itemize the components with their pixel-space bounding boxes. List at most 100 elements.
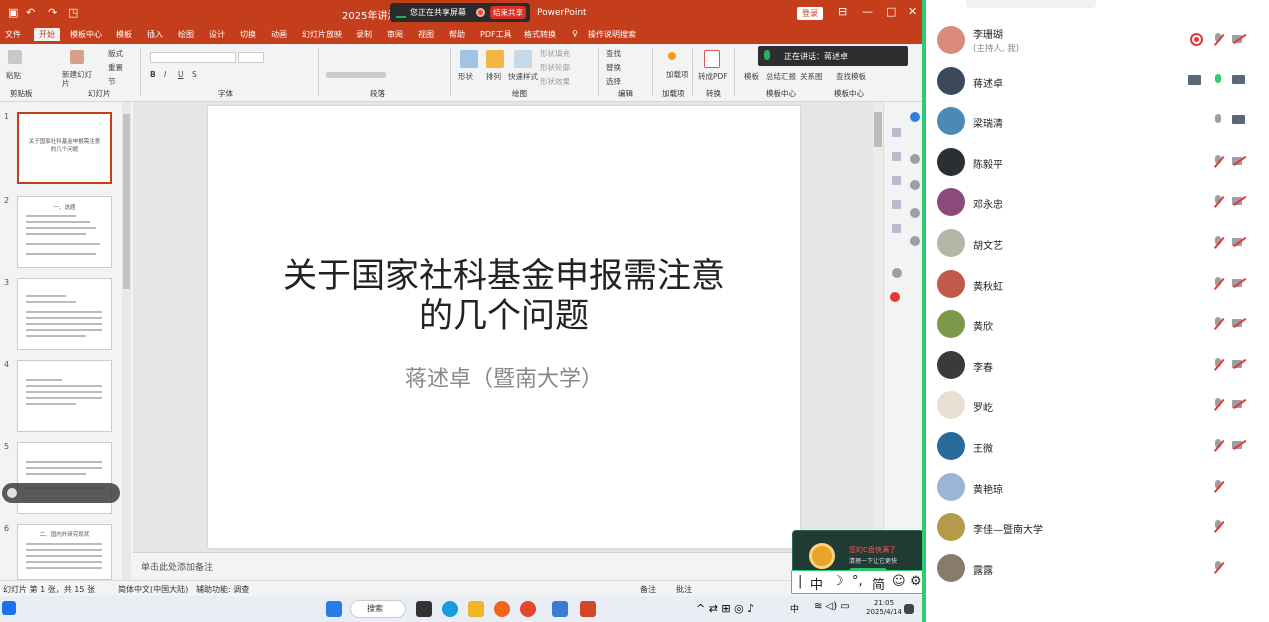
tab-help[interactable]: 帮助 [449,29,465,40]
explorer-icon[interactable] [468,601,484,617]
mic-muted-icon[interactable] [1213,357,1225,372]
underline-button[interactable]: U [178,70,184,79]
minimize-button[interactable]: — [862,5,873,18]
camera-off-icon[interactable] [1232,318,1247,328]
comments-toggle[interactable]: 批注 [676,584,692,595]
mic-muted-icon[interactable] [1213,33,1225,47]
tab-pdf-tools[interactable]: PDF工具 [480,29,512,40]
notes-pane[interactable]: 单击此处添加备注 [133,552,883,578]
powerpoint-icon[interactable] [580,601,596,617]
participant-row[interactable]: 梁瑞清 [926,101,1269,141]
current-slide[interactable]: 关于国家社科基金申报需注意 的几个问题 蒋述卓（暨南大学） [208,106,800,548]
text-icon[interactable] [892,176,901,185]
accessibility[interactable]: 辅助功能: 调查 [196,584,249,595]
tab-home[interactable]: 开始 [34,28,60,41]
camera-icon[interactable] [1232,115,1245,125]
participant-row[interactable]: 黄艳琼 [926,467,1269,507]
mic-muted-icon[interactable] [1213,520,1225,534]
recording-floating-bar[interactable] [2,483,120,503]
participant-row[interactable]: 李春 [926,345,1269,385]
reset-button[interactable]: 重置 [108,62,123,73]
font-size-select[interactable] [238,52,264,63]
thumbnail-scrollbar[interactable] [122,102,131,580]
slide-thumbnail-3[interactable] [17,278,112,350]
select-button[interactable]: 选择 [606,76,621,87]
stop-share-button[interactable]: 结束共享 [490,6,526,19]
taskbar-clock[interactable]: 21:05 2025/4/14 [866,599,902,617]
mic-muted-icon[interactable] [1213,276,1225,291]
slide-subtitle[interactable]: 蒋述卓（暨南大学） [208,361,800,393]
template-label[interactable]: 模板 [744,71,759,82]
tab-slideshow[interactable]: 幻灯片放映 [302,29,342,40]
camera-off-icon[interactable] [1232,236,1247,247]
participant-row[interactable]: 陈毅平 [926,142,1269,182]
chart-icon[interactable] [892,200,901,209]
participant-row[interactable]: 蒋述卓 [926,61,1269,101]
ime-chinese[interactable]: 中 [810,574,823,593]
tab-view[interactable]: 视图 [418,29,434,40]
lecture-icon[interactable] [910,208,920,218]
participant-row[interactable]: 李佳—暨南大学 [926,507,1269,547]
present-icon[interactable]: ◳ [68,6,78,19]
save-icon[interactable]: ▣ [8,6,18,19]
app-icon[interactable] [494,601,510,617]
mic-muted-icon[interactable] [1213,439,1225,453]
settings-icon[interactable] [892,268,902,278]
help-icon[interactable] [910,180,920,190]
tab-file[interactable]: 文件 [5,29,21,40]
maximize-button[interactable]: □ [886,5,896,18]
mic-muted-icon[interactable] [1213,398,1225,412]
tell-me-search[interactable]: 操作说明搜索 [588,29,636,40]
taskbar-search[interactable]: 搜索 [350,600,406,618]
notification-icon[interactable] [904,604,914,614]
language[interactable]: 简体中文(中国大陆) [118,584,188,595]
camera-off-icon[interactable] [1232,155,1247,166]
camera-off-icon[interactable] [1232,33,1247,44]
mic-muted-icon[interactable] [1213,154,1225,169]
quick-style-icon[interactable] [514,50,532,68]
participants-tab[interactable] [966,0,1096,8]
participant-row[interactable]: 邓永忠 [926,182,1269,222]
firefox-icon[interactable] [520,601,536,617]
open-icon[interactable] [910,112,920,122]
slide-thumbnail-2[interactable]: 一、选题 [17,196,112,268]
participant-row[interactable]: 黄欣 [926,304,1269,344]
ime-handle-icon[interactable]: | [798,574,802,589]
slide-thumbnail-5[interactable] [17,442,112,514]
redo-icon[interactable]: ↷ [48,6,57,19]
camera-off-icon[interactable] [1232,399,1247,410]
find-button[interactable]: 查找 [606,48,621,59]
wifi-volume-battery-icons[interactable]: ≋ ◁) ▭ [814,601,850,612]
participant-row[interactable]: 李珊瑚 (主持人, 我) [926,20,1269,60]
tab-animations[interactable]: 动画 [271,29,287,40]
tab-insert[interactable]: 插入 [147,29,163,40]
participant-row[interactable]: 胡文艺 [926,223,1269,263]
arrange-icon[interactable] [486,50,504,68]
tab-record[interactable]: 录制 [356,29,372,40]
screen-share-icon[interactable] [1188,74,1201,85]
layout-button[interactable]: 版式 [108,48,123,59]
pdf-icon[interactable] [704,50,720,68]
italic-button[interactable]: I [164,70,166,79]
edge-icon[interactable] [442,601,458,617]
mic-icon[interactable] [1213,114,1223,128]
gift-icon[interactable] [890,292,900,302]
shape-effect-button[interactable]: 形状效果 [540,76,570,87]
tab-design[interactable]: 设计 [209,29,225,40]
participant-row[interactable]: 王微 [926,426,1269,466]
design-icon[interactable] [910,154,920,164]
relation-label[interactable]: 关系图 [800,71,823,82]
more-icon[interactable] [910,236,920,246]
widgets-icon[interactable] [416,601,432,617]
new-slide-label[interactable]: 新建幻灯片 [62,70,98,88]
close-button[interactable]: ✕ [908,5,917,18]
section-button[interactable]: 节 [108,76,116,87]
ime-indicator[interactable]: 中 [790,602,799,615]
find-template-label[interactable]: 查找模板 [836,71,866,82]
mic-muted-icon[interactable] [1213,236,1225,250]
tab-template[interactable]: 模板 [116,29,132,40]
camera-off-icon[interactable] [1232,277,1247,288]
slide-title[interactable]: 关于国家社科基金申报需注意 的几个问题 [208,256,800,336]
shape-fill-button[interactable]: 形状填充 [540,48,570,59]
emoji-icon[interactable]: ☺ [892,574,906,589]
